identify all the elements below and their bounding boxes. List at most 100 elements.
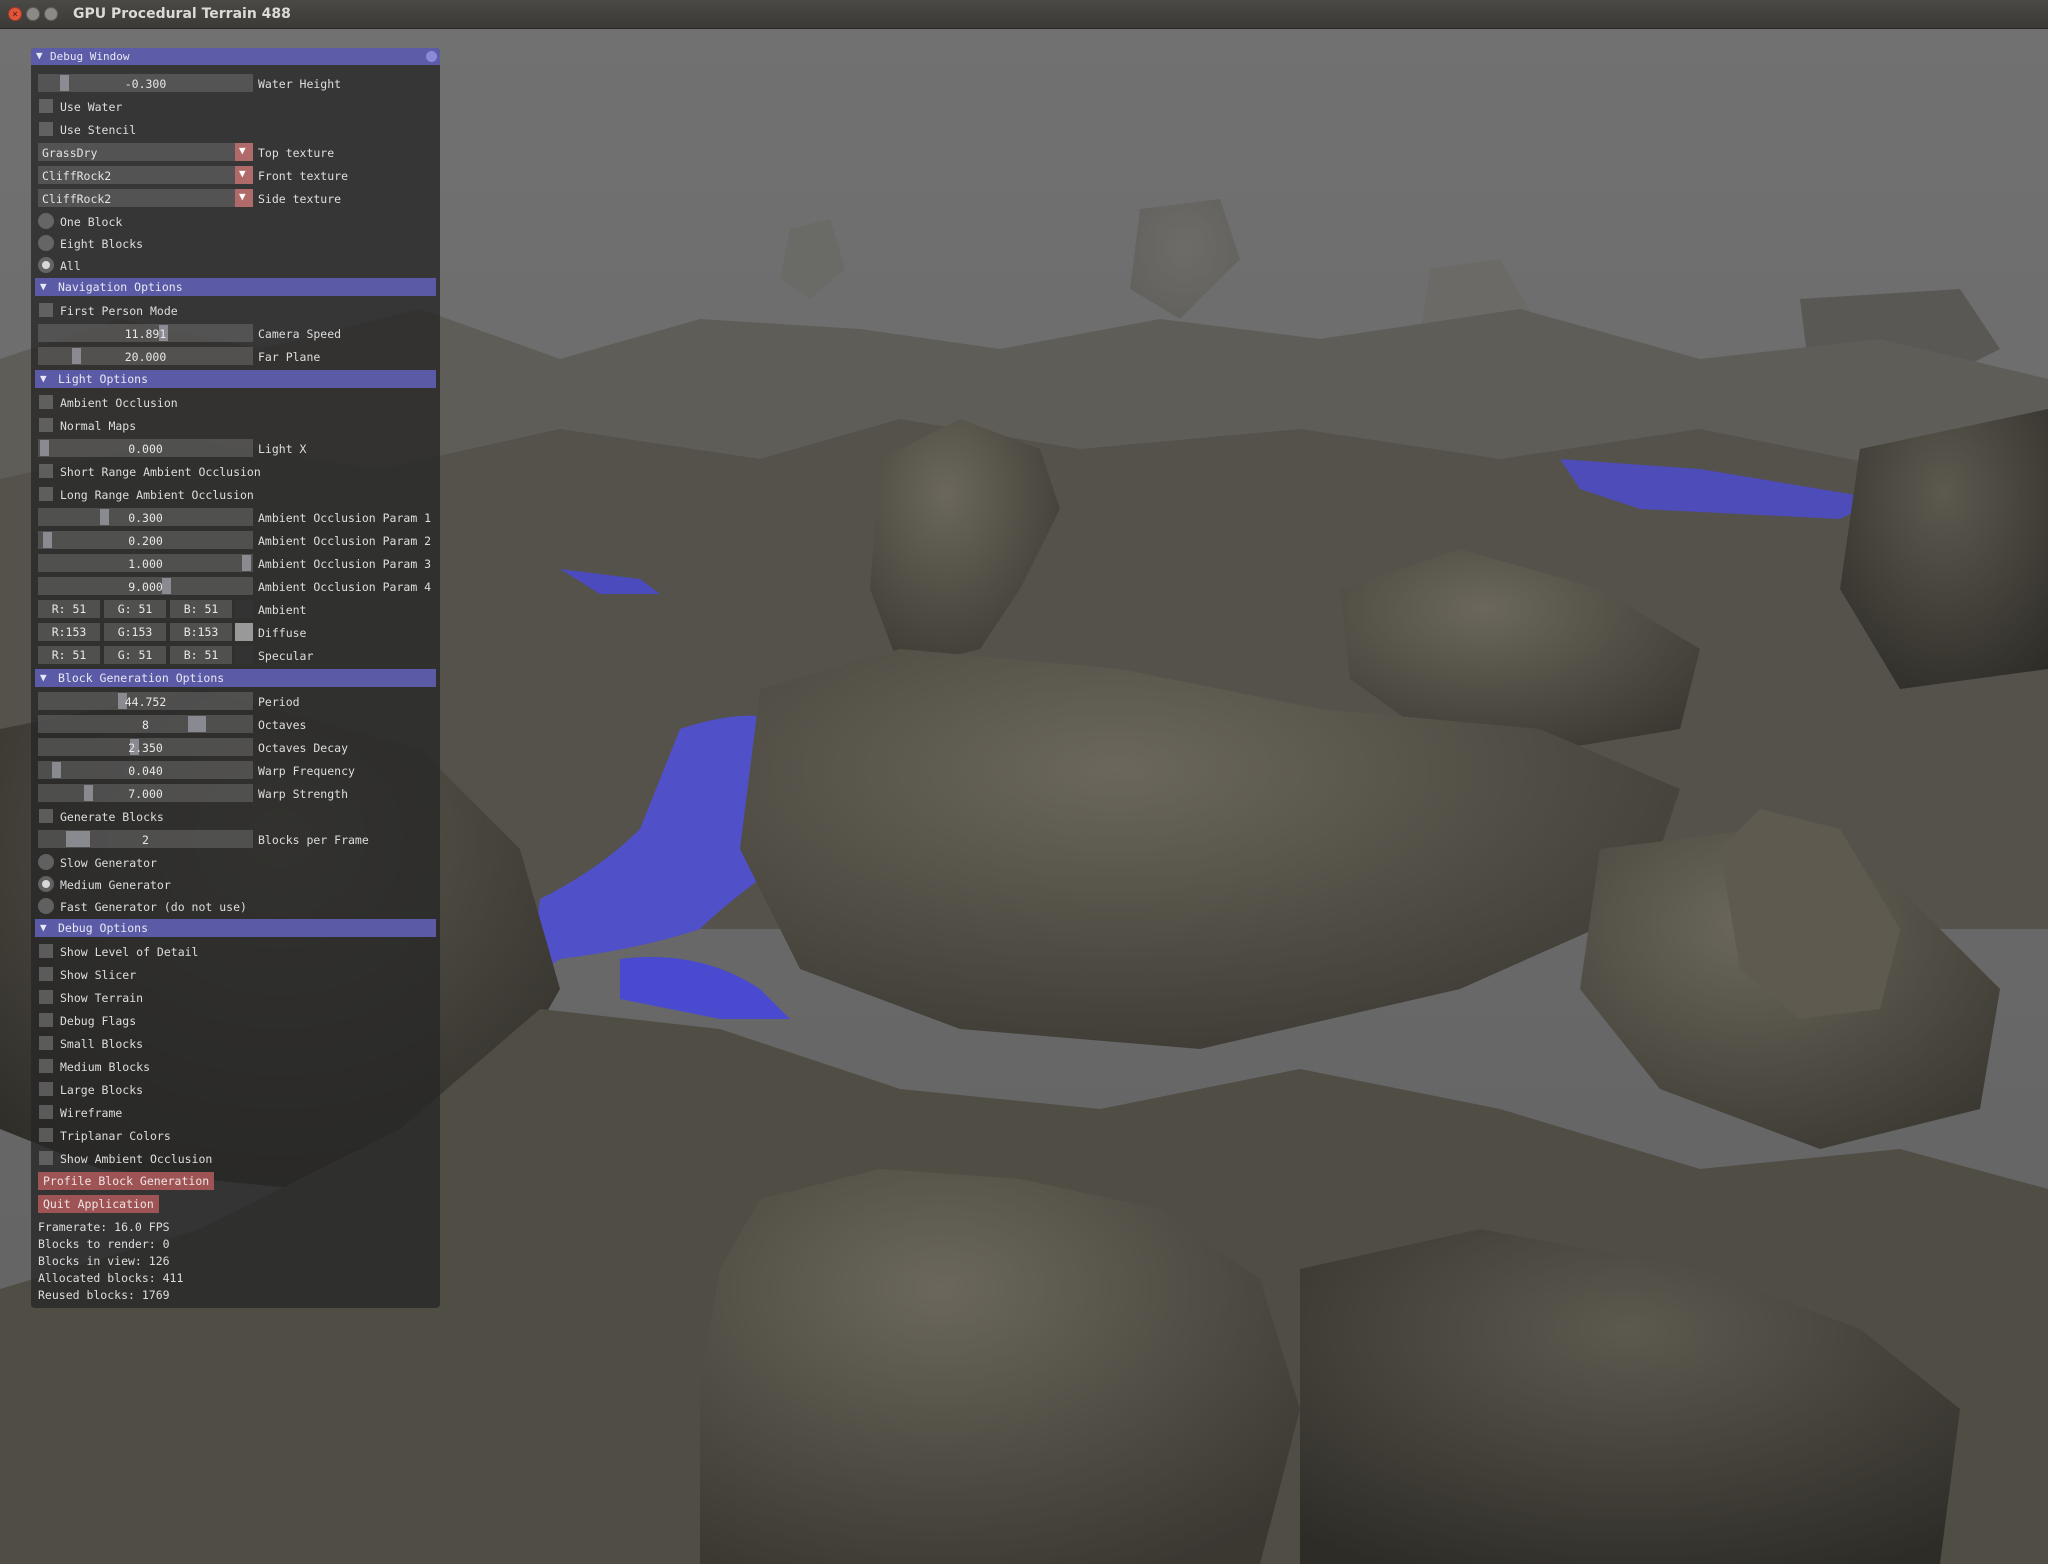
- generate-blocks-row: Generate Blocks: [31, 805, 440, 828]
- wireframe-checkbox[interactable]: [39, 1105, 53, 1119]
- debug-flags-checkbox[interactable]: [39, 1013, 53, 1027]
- ambient-occlusion-checkbox[interactable]: [39, 395, 53, 409]
- window-title: GPU Procedural Terrain 488: [73, 6, 291, 22]
- ambient-b-field[interactable]: B: 51: [170, 600, 232, 618]
- period-slider[interactable]: 44.752: [38, 692, 253, 710]
- show-slicer-row: Show Slicer: [31, 963, 440, 986]
- short-range-ao-checkbox[interactable]: [39, 464, 53, 478]
- warp-frequency-slider[interactable]: 0.040: [38, 761, 253, 779]
- debug-options-header[interactable]: ▼ Debug Options: [35, 919, 436, 937]
- specular-b-field[interactable]: B: 51: [170, 646, 232, 664]
- close-icon[interactable]: ×: [8, 7, 22, 21]
- specular-label: Specular: [258, 649, 314, 663]
- ambient-color-swatch[interactable]: [235, 600, 253, 618]
- specular-color-swatch[interactable]: [235, 646, 253, 664]
- ao-param2-label: Ambient Occlusion Param 2: [258, 534, 432, 548]
- medium-generator-label: Medium Generator: [60, 878, 171, 892]
- one-block-row: One Block: [31, 210, 440, 233]
- camera-speed-slider[interactable]: 11.891: [38, 324, 253, 342]
- generate-blocks-label: Generate Blocks: [60, 810, 164, 824]
- ambient-g-field[interactable]: G: 51: [104, 600, 166, 618]
- light-options-header[interactable]: ▼ Light Options: [35, 370, 436, 388]
- dropdown-arrow-icon[interactable]: ▼: [235, 143, 253, 161]
- reused-blocks-text: Reused blocks: 1769: [38, 1288, 170, 1302]
- diffuse-color-row: R:153 G:153 B:153 Diffuse: [31, 621, 440, 644]
- ambient-label: Ambient: [258, 603, 307, 617]
- ao-param4-label: Ambient Occlusion Param 4: [258, 580, 432, 594]
- maximize-icon[interactable]: [44, 7, 58, 21]
- use-water-label: Use Water: [60, 100, 123, 114]
- medium-generator-radio[interactable]: [38, 876, 54, 892]
- normal-maps-row: Normal Maps: [31, 414, 440, 437]
- small-blocks-checkbox[interactable]: [39, 1036, 53, 1050]
- diffuse-r-field[interactable]: R:153: [38, 623, 100, 641]
- far-plane-slider[interactable]: 20.000: [38, 347, 253, 365]
- first-person-checkbox[interactable]: [39, 303, 53, 317]
- eight-blocks-radio[interactable]: [38, 235, 54, 251]
- quit-application-button[interactable]: Quit Application: [38, 1195, 159, 1213]
- show-ao-checkbox[interactable]: [39, 1151, 53, 1165]
- warp-strength-slider[interactable]: 7.000: [38, 784, 253, 802]
- far-plane-label: Far Plane: [258, 350, 321, 364]
- normal-maps-checkbox[interactable]: [39, 418, 53, 432]
- show-slicer-checkbox[interactable]: [39, 967, 53, 981]
- large-blocks-checkbox[interactable]: [39, 1082, 53, 1096]
- ao-param4-slider[interactable]: 9.000: [38, 577, 253, 595]
- ao-param1-label: Ambient Occlusion Param 1: [258, 511, 432, 525]
- ao-param3-slider[interactable]: 1.000: [38, 554, 253, 572]
- triplanar-checkbox[interactable]: [39, 1128, 53, 1142]
- water-height-slider[interactable]: -0.300: [38, 74, 253, 92]
- specular-r-field[interactable]: R: 51: [38, 646, 100, 664]
- block-generation-title: Block Generation Options: [58, 671, 225, 685]
- octaves-decay-value: 2.350: [128, 741, 163, 755]
- use-water-checkbox[interactable]: [39, 99, 53, 113]
- octaves-decay-slider[interactable]: 2.350: [38, 738, 253, 756]
- wireframe-label: Wireframe: [60, 1106, 123, 1120]
- debug-window-titlebar[interactable]: ▼ Debug Window: [31, 48, 440, 65]
- ao-param1-row: 0.300 Ambient Occlusion Param 1: [31, 506, 440, 529]
- long-range-ao-row: Long Range Ambient Occlusion: [31, 483, 440, 506]
- navigation-options-header[interactable]: ▼ Navigation Options: [35, 278, 436, 296]
- ao-param2-slider[interactable]: 0.200: [38, 531, 253, 549]
- top-texture-row: GrassDry ▼ Top texture: [31, 141, 440, 164]
- diffuse-color-swatch[interactable]: [235, 623, 253, 641]
- ao-param3-row: 1.000 Ambient Occlusion Param 3: [31, 552, 440, 575]
- diffuse-g-field[interactable]: G:153: [104, 623, 166, 641]
- show-terrain-checkbox[interactable]: [39, 990, 53, 1004]
- one-block-radio[interactable]: [38, 213, 54, 229]
- window-close-dot-icon[interactable]: [426, 51, 437, 62]
- medium-blocks-label: Medium Blocks: [60, 1060, 151, 1074]
- ambient-r-field[interactable]: R: 51: [38, 600, 100, 618]
- minimize-icon[interactable]: [26, 7, 40, 21]
- use-stencil-row: Use Stencil: [31, 118, 440, 141]
- dropdown-arrow-icon[interactable]: ▼: [235, 189, 253, 207]
- collapse-triangle-icon[interactable]: ▼: [36, 49, 43, 62]
- diffuse-b-field[interactable]: B:153: [170, 623, 232, 641]
- collapse-triangle-icon: ▼: [40, 921, 47, 934]
- octaves-slider[interactable]: 8: [38, 715, 253, 733]
- long-range-ao-checkbox[interactable]: [39, 487, 53, 501]
- blocks-per-frame-slider[interactable]: 2: [38, 830, 253, 848]
- fast-generator-radio[interactable]: [38, 898, 54, 914]
- blocks-per-frame-row: 2 Blocks per Frame: [31, 828, 440, 851]
- profile-block-generation-button[interactable]: Profile Block Generation: [38, 1172, 215, 1190]
- use-stencil-checkbox[interactable]: [39, 122, 53, 136]
- block-generation-header[interactable]: ▼ Block Generation Options: [35, 669, 436, 687]
- side-texture-combo[interactable]: CliffRock2 ▼: [38, 189, 253, 207]
- generate-blocks-checkbox[interactable]: [39, 809, 53, 823]
- water-height-value: -0.300: [124, 77, 167, 91]
- front-texture-combo[interactable]: CliffRock2 ▼: [38, 166, 253, 184]
- ao-param1-slider[interactable]: 0.300: [38, 508, 253, 526]
- dropdown-arrow-icon[interactable]: ▼: [235, 166, 253, 184]
- small-blocks-row: Small Blocks: [31, 1032, 440, 1055]
- light-x-slider[interactable]: 0.000: [38, 439, 253, 457]
- all-label: All: [60, 259, 81, 273]
- all-radio[interactable]: [38, 257, 54, 273]
- octaves-decay-label: Octaves Decay: [258, 741, 349, 755]
- top-texture-combo[interactable]: GrassDry ▼: [38, 143, 253, 161]
- slow-generator-radio[interactable]: [38, 854, 54, 870]
- show-lod-checkbox[interactable]: [39, 944, 53, 958]
- specular-g-field[interactable]: G: 51: [104, 646, 166, 664]
- short-range-ao-row: Short Range Ambient Occlusion: [31, 460, 440, 483]
- medium-blocks-checkbox[interactable]: [39, 1059, 53, 1073]
